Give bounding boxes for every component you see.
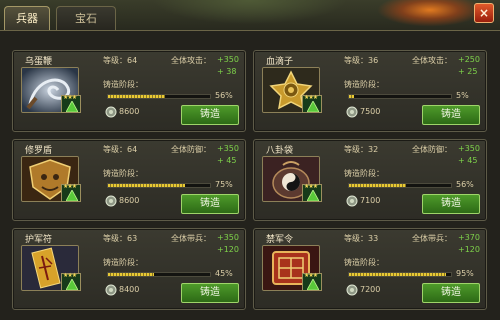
forge-button[interactable]: 铸造	[422, 283, 480, 303]
quality-gem-icon: ★★★	[302, 94, 322, 113]
forge-progress-percent: 45%	[215, 269, 233, 278]
forge-stage-label: 铸造阶段：	[103, 169, 143, 178]
item-card: 护军符 ★★★ 等级：63 全体带兵： +350 +120 铸造阶段： 45% …	[12, 228, 246, 310]
item-level: 等级：33	[344, 234, 379, 243]
resource-icon	[105, 195, 117, 207]
forge-progress-bar	[348, 94, 452, 99]
resource-icon	[346, 284, 358, 296]
forge-progress-fill	[349, 184, 407, 187]
forge-progress-bar	[107, 183, 211, 188]
forge-stage-label: 铸造阶段：	[344, 80, 384, 89]
total-stat-value: +350	[458, 144, 480, 153]
forge-stage-label: 铸造阶段：	[344, 258, 384, 267]
forge-progress-percent: 56%	[456, 180, 474, 189]
close-button[interactable]: ×	[474, 3, 494, 23]
total-stat-label: 全体防御：	[171, 145, 211, 154]
item-name: 禁军令	[266, 235, 294, 245]
total-stat-value: +350	[217, 144, 239, 153]
total-stat-label: 全体带兵：	[412, 234, 452, 243]
forge-progress-bar	[348, 272, 452, 277]
forge-progress-bar	[107, 94, 211, 99]
quality-gem-icon: ★★★	[302, 272, 322, 291]
forge-button[interactable]: 铸造	[181, 105, 239, 125]
sub-stat-value: +120	[217, 245, 239, 254]
resource-icon	[346, 195, 358, 207]
forge-stage-label: 铸造阶段：	[103, 80, 143, 89]
item-level: 等级：36	[344, 56, 379, 65]
total-stat-label: 全体防御：	[412, 145, 452, 154]
forge-progress-fill	[349, 273, 446, 276]
forge-stage-label: 铸造阶段：	[344, 169, 384, 178]
item-name: 血滴子	[266, 57, 294, 67]
total-stat-value: +350	[217, 233, 239, 242]
total-stat-value: +350	[217, 55, 239, 64]
sub-stat-value: + 45	[217, 156, 237, 165]
forge-progress-bar	[107, 272, 211, 277]
tab-weapons[interactable]: 兵器	[4, 6, 50, 30]
total-stat-label: 全体带兵：	[171, 234, 211, 243]
forge-progress-percent: 95%	[456, 269, 474, 278]
forge-progress-fill	[349, 95, 355, 98]
forge-cost: 7100	[360, 196, 381, 205]
sub-stat-value: + 38	[217, 67, 237, 76]
total-stat-label: 全体攻击：	[412, 56, 452, 65]
forge-progress-bar	[348, 183, 452, 188]
item-card: 修罗盾 ★★★ 等级：64 全体防御： +350 + 45 铸造阶段： 75% …	[12, 139, 246, 221]
forge-cost: 8600	[119, 196, 140, 205]
sub-stat-value: + 25	[458, 67, 478, 76]
item-name: 乌蛋鞭	[25, 57, 53, 67]
item-level: 等级：63	[103, 234, 138, 243]
total-stat-value: +370	[458, 233, 480, 242]
resource-icon	[346, 106, 358, 118]
item-level: 等级：32	[344, 145, 379, 154]
forge-cost: 7200	[360, 285, 381, 294]
forge-progress-percent: 56%	[215, 91, 233, 100]
total-stat-value: +250	[458, 55, 480, 64]
tab-gems[interactable]: 宝石	[56, 6, 116, 30]
forge-progress-fill	[108, 95, 166, 98]
item-name: 八卦袋	[266, 146, 294, 156]
item-name: 护军符	[25, 235, 53, 245]
item-card: 乌蛋鞭 ★★★ 等级：64 全体攻击： +350 + 38 铸造阶段： 56% …	[12, 50, 246, 132]
forge-cost: 7500	[360, 107, 381, 116]
item-name: 修罗盾	[25, 146, 53, 156]
quality-gem-icon: ★★★	[302, 183, 322, 202]
item-card: 禁军令 ★★★ 等级：33 全体带兵： +370 +120 铸造阶段： 95% …	[253, 228, 487, 310]
resource-icon	[105, 106, 117, 118]
sub-stat-value: +120	[458, 245, 480, 254]
quality-gem-icon: ★★★	[61, 94, 81, 113]
quality-gem-icon: ★★★	[61, 272, 81, 291]
forge-progress-fill	[108, 273, 154, 276]
forge-progress-percent: 5%	[456, 91, 469, 100]
sub-stat-value: + 45	[458, 156, 478, 165]
forge-button[interactable]: 铸造	[181, 283, 239, 303]
item-level: 等级：64	[103, 145, 138, 154]
resource-icon	[105, 284, 117, 296]
forge-cost: 8400	[119, 285, 140, 294]
forge-button[interactable]: 铸造	[422, 194, 480, 214]
forge-cost: 8600	[119, 107, 140, 116]
forge-button[interactable]: 铸造	[181, 194, 239, 214]
item-level: 等级：64	[103, 56, 138, 65]
forge-progress-fill	[108, 184, 185, 187]
forge-progress-percent: 75%	[215, 180, 233, 189]
forge-button[interactable]: 铸造	[422, 105, 480, 125]
forge-stage-label: 铸造阶段：	[103, 258, 143, 267]
item-card: 血滴子 ★★★ 等级：36 全体攻击： +250 + 25 铸造阶段： 5% 7…	[253, 50, 487, 132]
quality-gem-icon: ★★★	[61, 183, 81, 202]
item-card: 八卦袋 ★★★ 等级：32 全体防御： +350 + 45 铸造阶段： 56% …	[253, 139, 487, 221]
total-stat-label: 全体攻击：	[171, 56, 211, 65]
